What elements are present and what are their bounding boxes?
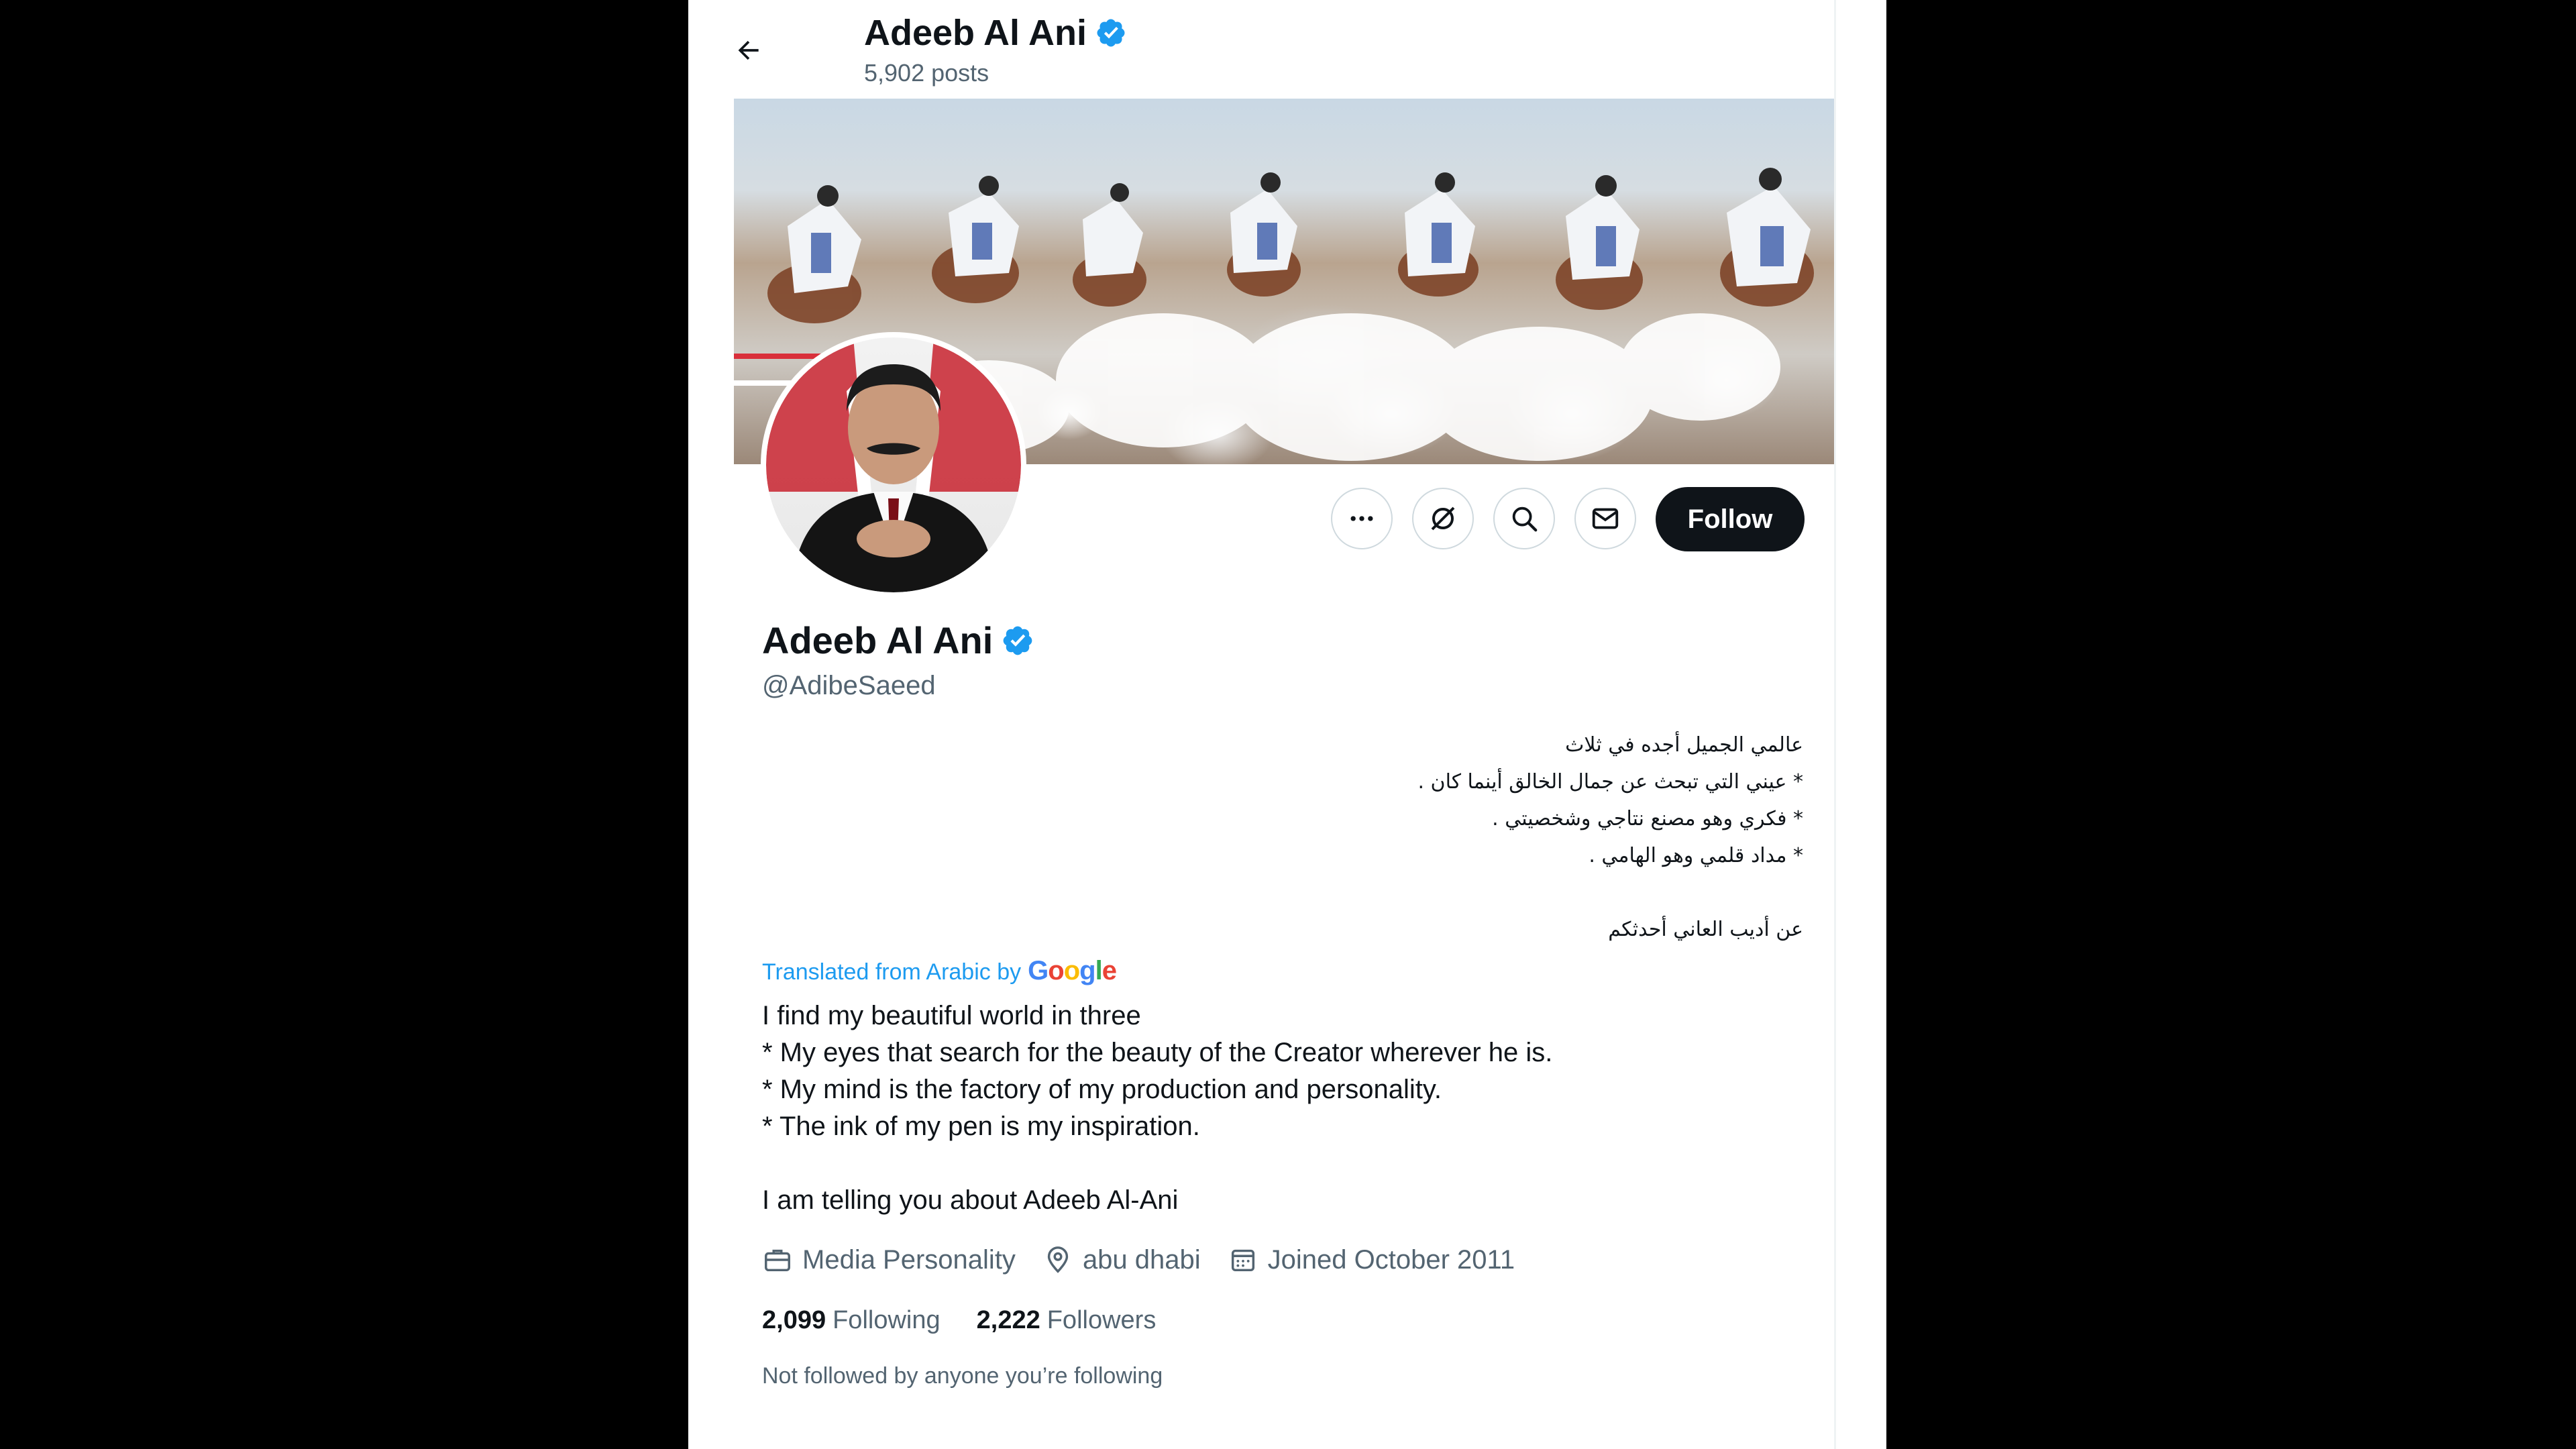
category-item: Media Personality	[762, 1244, 1016, 1275]
translation-attribution[interactable]: Translated from Arabic by Google	[762, 956, 1117, 986]
profile-column: Adeeb Al Ani 5,902 posts Follow Adeeb Al…	[688, 0, 1886, 1449]
bio-english-line: * My eyes that search for the beauty of …	[762, 1038, 1553, 1067]
bio-arabic-line: * مداد قلمي وهو الهامي .	[1589, 844, 1803, 867]
bio-english: I find my beautiful world in three * My …	[762, 998, 1552, 1219]
search-button[interactable]	[1493, 488, 1555, 549]
bio-english-line: * The ink of my pen is my inspiration.	[762, 1112, 1200, 1141]
joined-item: Joined October 2011	[1228, 1244, 1515, 1275]
not-followed-notice: Not followed by anyone you’re following	[762, 1363, 1163, 1389]
bio-english-line: * My mind is the factory of my productio…	[762, 1075, 1442, 1104]
more-button[interactable]	[1331, 488, 1393, 549]
joined-text: Joined October 2011	[1267, 1244, 1515, 1275]
location-pin-icon	[1047, 1246, 1069, 1273]
translated-label: Translated from Arabic by	[762, 959, 1022, 985]
verified-badge-icon[interactable]	[1095, 17, 1127, 49]
calendar-icon	[1231, 1249, 1254, 1272]
follow-button[interactable]: Follow	[1656, 487, 1805, 551]
follow-stats: 2,099 Following 2,222 Followers	[762, 1306, 1192, 1335]
location-text: abu dhabi	[1082, 1244, 1201, 1275]
bio-arabic-line: * عيني التي تبحث عن جمال الخالق أينما كا…	[1417, 770, 1803, 794]
location-item: abu dhabi	[1042, 1244, 1201, 1275]
bio-english-line: I am telling you about Adeeb Al-Ani	[762, 1185, 1179, 1215]
category-text: Media Personality	[802, 1244, 1016, 1275]
message-button[interactable]	[1574, 488, 1636, 549]
following-label: Following	[833, 1306, 941, 1334]
following-link[interactable]: 2,099 Following	[762, 1306, 941, 1335]
bio-arabic-line: * فكري وهو مصنع نتاجي وشخصيتي .	[1492, 807, 1803, 830]
bio-arabic-line: عن أديب العاني أحدثكم	[1608, 918, 1803, 941]
profile-meta: Media Personality abu dhabi Joined Octob…	[762, 1244, 1542, 1275]
followers-link[interactable]: 2,222 Followers	[977, 1306, 1157, 1335]
verified-badge-icon[interactable]	[1001, 624, 1034, 657]
profile-name: Adeeb Al Ani	[762, 619, 1034, 662]
google-logo: Google	[1028, 956, 1117, 985]
bio-arabic-line: عالمي الجميل أجده في ثلاث	[1565, 733, 1803, 757]
header-title: Adeeb Al Ani	[864, 12, 1127, 54]
briefcase-icon	[765, 1249, 790, 1272]
back-button[interactable]	[722, 23, 775, 77]
bio-english-line	[762, 1145, 1552, 1182]
more-dots-icon	[1350, 516, 1373, 521]
grok-button[interactable]	[1412, 488, 1474, 549]
followers-count: 2,222	[976, 1306, 1040, 1334]
grok-icon	[1431, 506, 1455, 531]
bio-arabic-line	[1199, 874, 1803, 911]
avatar-image	[766, 337, 1021, 592]
posts-count: 5,902 posts	[864, 59, 989, 87]
arrow-left-icon	[738, 40, 759, 60]
followers-label: Followers	[1046, 1306, 1157, 1334]
envelope-icon	[1592, 508, 1619, 529]
bio-arabic: عالمي الجميل أجده في ثلاث * عيني التي تب…	[1199, 727, 1803, 948]
bio-english-line: I find my beautiful world in three	[762, 1001, 1141, 1030]
profile-handle: @AdibeSaeed	[762, 671, 936, 700]
avatar[interactable]	[761, 332, 1026, 598]
profile-display-name: Adeeb Al Ani	[762, 619, 994, 661]
header-name: Adeeb Al Ani	[864, 13, 1087, 53]
following-count: 2,099	[762, 1306, 826, 1334]
search-icon	[1512, 506, 1538, 532]
